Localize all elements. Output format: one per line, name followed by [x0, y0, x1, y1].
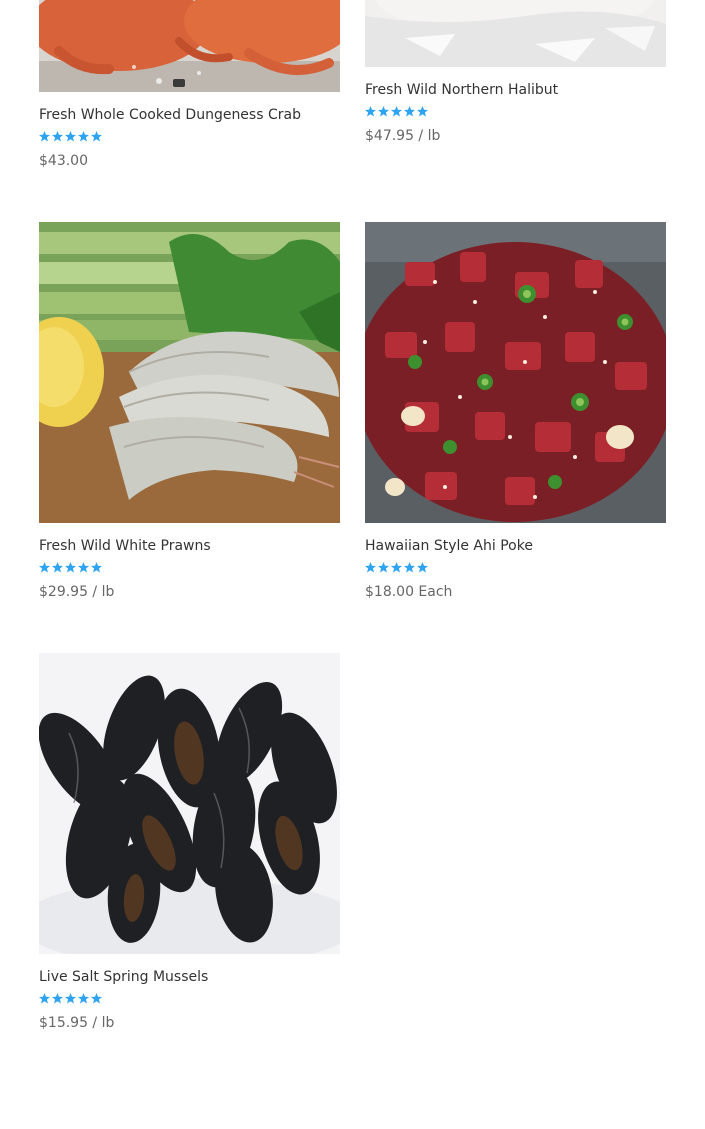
product-title[interactable]: Live Salt Spring Mussels — [39, 968, 340, 986]
product-image-poke[interactable] — [365, 222, 666, 523]
product-card-prawns[interactable]: Fresh Wild White Prawns $29.95 / lb — [39, 222, 340, 601]
product-image-halibut[interactable] — [365, 0, 666, 67]
product-price: $47.95 / lb — [365, 128, 441, 144]
product-image-prawns[interactable] — [39, 222, 340, 523]
star-rating — [365, 106, 429, 117]
product-card-halibut[interactable]: Fresh Wild Northern Halibut $47.95 / lb — [365, 0, 666, 145]
product-title[interactable]: Fresh Whole Cooked Dungeness Crab — [39, 106, 340, 124]
product-card-mussels[interactable]: Live Salt Spring Mussels $15.95 / lb — [39, 653, 340, 1032]
product-card-crab[interactable]: Fresh Whole Cooked Dungeness Crab $43.00 — [39, 0, 340, 170]
star-rating — [39, 131, 103, 142]
product-image-mussels[interactable] — [39, 653, 340, 954]
product-title[interactable]: Hawaiian Style Ahi Poke — [365, 537, 666, 555]
product-image-crab[interactable] — [39, 0, 340, 92]
product-grid: Fresh Whole Cooked Dungeness Crab $43.00 — [0, 0, 705, 1129]
star-rating — [365, 562, 429, 573]
product-price: $18.00 Each — [365, 584, 453, 600]
star-rating — [39, 993, 103, 1004]
product-title[interactable]: Fresh Wild Northern Halibut — [365, 81, 666, 99]
product-card-poke[interactable]: Hawaiian Style Ahi Poke $18.00 Each — [365, 222, 666, 601]
product-price: $29.95 / lb — [39, 584, 115, 600]
product-title[interactable]: Fresh Wild White Prawns — [39, 537, 340, 555]
product-price: $15.95 / lb — [39, 1015, 115, 1031]
product-price: $43.00 — [39, 153, 88, 169]
star-rating — [39, 562, 103, 573]
